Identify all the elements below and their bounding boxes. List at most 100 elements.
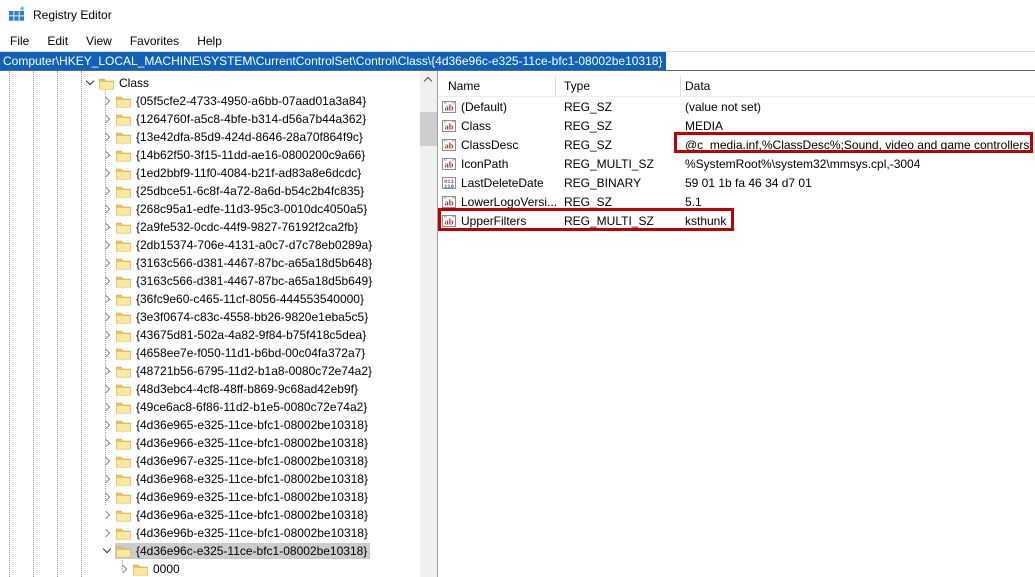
chevron-right-icon[interactable] — [101, 221, 113, 233]
tree-item-label[interactable]: {43675d81-502a-4a82-9f84-b75f418c5dea} — [136, 328, 366, 342]
tree-item-label[interactable]: {25dbce51-6c8f-4a72-8a6d-b54c2b4fc835} — [136, 184, 364, 198]
tree-item-3e3f0674-c83c-4558-bb26-9820e1eba5c5[interactable]: {3e3f0674-c83c-4558-bb26-9820e1eba5c5} — [0, 308, 419, 326]
menu-favorites[interactable]: Favorites — [121, 32, 188, 50]
tree-item-4d36e96a-e325-11ce-bfc1-08002be10318[interactable]: {4d36e96a-e325-11ce-bfc1-08002be10318} — [0, 506, 419, 524]
chevron-right-icon[interactable] — [101, 167, 113, 179]
tree-item-label[interactable]: {48d3ebc4-4cf8-48ff-b869-9c68ad42eb9f} — [136, 382, 358, 396]
tree-item-label[interactable]: {4d36e96c-e325-11ce-bfc1-08002be10318} — [136, 544, 367, 558]
chevron-right-icon[interactable] — [101, 113, 113, 125]
chevron-right-icon[interactable] — [101, 491, 113, 503]
tree-item-label[interactable]: {13e42dfa-85d9-424d-8646-28a70f864f9c} — [136, 130, 363, 144]
tree-item-label[interactable]: {4d36e969-e325-11ce-bfc1-08002be10318} — [136, 490, 368, 504]
value-name[interactable]: ClassDesc — [461, 138, 518, 152]
tree-item-label[interactable]: {3163c566-d381-4467-87bc-a65a18d5b648} — [136, 256, 372, 270]
tree-item-label[interactable]: {4658ee7e-f050-11d1-b6bd-00c04fa372a7} — [136, 346, 365, 360]
tree-item-label[interactable]: Class — [119, 76, 149, 90]
tree-item-label[interactable]: {2a9fe532-0cdc-44f9-9827-76192f2ca2fb} — [136, 220, 358, 234]
tree-item-4d36e968-e325-11ce-bfc1-08002be10318[interactable]: {4d36e968-e325-11ce-bfc1-08002be10318} — [0, 470, 419, 488]
tree-scrollbar[interactable] — [420, 71, 437, 577]
chevron-right-icon[interactable] — [101, 185, 113, 197]
address-bar[interactable]: Computer\HKEY_LOCAL_MACHINE\SYSTEM\Curre… — [0, 51, 1035, 71]
value-row-iconpath[interactable]: IconPathREG_MULTI_SZ%SystemRoot%\system3… — [438, 154, 1035, 173]
menu-help[interactable]: Help — [188, 32, 231, 50]
tree-item-label[interactable]: {36fc9e60-c465-11cf-8056-444553540000} — [136, 292, 364, 306]
chevron-right-icon[interactable] — [101, 257, 113, 269]
chevron-right-icon[interactable] — [101, 275, 113, 287]
scrollbar-thumb[interactable] — [420, 112, 437, 146]
value-name[interactable]: IconPath — [461, 157, 508, 171]
chevron-right-icon[interactable] — [101, 131, 113, 143]
tree-item-label[interactable]: {48721b56-6795-11d2-b1a8-0080c72e74a2} — [136, 364, 372, 378]
chevron-right-icon[interactable] — [101, 293, 113, 305]
tree-item-class[interactable]: Class — [0, 74, 419, 92]
tree-item-4d36e966-e325-11ce-bfc1-08002be10318[interactable]: {4d36e966-e325-11ce-bfc1-08002be10318} — [0, 434, 419, 452]
tree-item-label[interactable]: {4d36e96b-e325-11ce-bfc1-08002be10318} — [136, 526, 368, 540]
chevron-right-icon[interactable] — [101, 401, 113, 413]
tree-item-13e42dfa-85d9-424d-8646-28a70f864f9c[interactable]: {13e42dfa-85d9-424d-8646-28a70f864f9c} — [0, 128, 419, 146]
tree-item-4d36e969-e325-11ce-bfc1-08002be10318[interactable]: {4d36e969-e325-11ce-bfc1-08002be10318} — [0, 488, 419, 506]
tree-item-3163c566-d381-4467-87bc-a65a18d5b649[interactable]: {3163c566-d381-4467-87bc-a65a18d5b649} — [0, 272, 419, 290]
menu-edit[interactable]: Edit — [38, 32, 77, 50]
chevron-right-icon[interactable] — [101, 419, 113, 431]
tree-item-14b62f50-3f15-11dd-ae16-0800200c9a66[interactable]: {14b62f50-3f15-11dd-ae16-0800200c9a66} — [0, 146, 419, 164]
tree-item-268c95a1-edfe-11d3-95c3-0010dc4050a5[interactable]: {268c95a1-edfe-11d3-95c3-0010dc4050a5} — [0, 200, 419, 218]
chevron-right-icon[interactable] — [101, 437, 113, 449]
value-row-lastdeletedate[interactable]: LastDeleteDateREG_BINARY59 01 1b fa 46 3… — [438, 173, 1035, 192]
tree-item-label[interactable]: {2db15374-706e-4131-a0c7-d7c78eb0289a} — [136, 238, 372, 252]
value-name[interactable]: Class — [461, 119, 491, 133]
value-row-upperfilters[interactable]: UpperFiltersREG_MULTI_SZksthunk — [438, 211, 1035, 230]
chevron-right-icon[interactable] — [101, 203, 113, 215]
tree-item-4d36e967-e325-11ce-bfc1-08002be10318[interactable]: {4d36e967-e325-11ce-bfc1-08002be10318} — [0, 452, 419, 470]
tree-item-43675d81-502a-4a82-9f84-b75f418c5dea[interactable]: {43675d81-502a-4a82-9f84-b75f418c5dea} — [0, 326, 419, 344]
tree-item-4d36e96b-e325-11ce-bfc1-08002be10318[interactable]: {4d36e96b-e325-11ce-bfc1-08002be10318} — [0, 524, 419, 542]
menu-file[interactable]: File — [1, 32, 38, 50]
tree-item-4d36e96c-e325-11ce-bfc1-08002be10318[interactable]: {4d36e96c-e325-11ce-bfc1-08002be10318} — [0, 542, 419, 560]
address-text[interactable]: Computer\HKEY_LOCAL_MACHINE\SYSTEM\Curre… — [0, 52, 666, 70]
value-name[interactable]: (Default) — [461, 100, 507, 114]
tree-item-2a9fe532-0cdc-44f9-9827-76192f2ca2fb[interactable]: {2a9fe532-0cdc-44f9-9827-76192f2ca2fb} — [0, 218, 419, 236]
chevron-right-icon[interactable] — [101, 455, 113, 467]
scroll-up-arrow-icon[interactable] — [420, 71, 437, 88]
chevron-right-icon[interactable] — [101, 347, 113, 359]
chevron-right-icon[interactable] — [101, 149, 113, 161]
chevron-right-icon[interactable] — [101, 473, 113, 485]
tree-item-4658ee7e-f050-11d1-b6bd-00c04fa372a7[interactable]: {4658ee7e-f050-11d1-b6bd-00c04fa372a7} — [0, 344, 419, 362]
column-header-name[interactable]: Name — [438, 76, 556, 96]
value-name[interactable]: UpperFilters — [461, 214, 526, 228]
value-row-lowerlogoversi[interactable]: LowerLogoVersi...REG_SZ5.1 — [438, 192, 1035, 211]
tree-item-label[interactable]: {3163c566-d381-4467-87bc-a65a18d5b649} — [136, 274, 372, 288]
menu-view[interactable]: View — [77, 32, 121, 50]
tree-item-25dbce51-6c8f-4a72-8a6d-b54c2b4fc835[interactable]: {25dbce51-6c8f-4a72-8a6d-b54c2b4fc835} — [0, 182, 419, 200]
tree-item-label[interactable]: 0000 — [153, 562, 180, 576]
tree-item-48d3ebc4-4cf8-48ff-b869-9c68ad42eb9f[interactable]: {48d3ebc4-4cf8-48ff-b869-9c68ad42eb9f} — [0, 380, 419, 398]
tree-item-05f5cfe2-4733-4950-a6bb-07aad01a3a84[interactable]: {05f5cfe2-4733-4950-a6bb-07aad01a3a84} — [0, 92, 419, 110]
chevron-down-icon[interactable] — [101, 545, 113, 557]
chevron-right-icon[interactable] — [101, 365, 113, 377]
value-row-default[interactable]: (Default)REG_SZ(value not set) — [438, 97, 1035, 116]
tree-item-label[interactable]: {1ed2bbf9-11f0-4084-b21f-ad83a8e6dcdc} — [136, 166, 361, 180]
tree-item-36fc9e60-c465-11cf-8056-444553540000[interactable]: {36fc9e60-c465-11cf-8056-444553540000} — [0, 290, 419, 308]
tree-item-1ed2bbf9-11f0-4084-b21f-ad83a8e6dcdc[interactable]: {1ed2bbf9-11f0-4084-b21f-ad83a8e6dcdc} — [0, 164, 419, 182]
tree-item-4d36e965-e325-11ce-bfc1-08002be10318[interactable]: {4d36e965-e325-11ce-bfc1-08002be10318} — [0, 416, 419, 434]
tree-item-label[interactable]: {4d36e96a-e325-11ce-bfc1-08002be10318} — [136, 508, 368, 522]
tree-item-label[interactable]: {4d36e966-e325-11ce-bfc1-08002be10318} — [136, 436, 368, 450]
chevron-right-icon[interactable] — [101, 527, 113, 539]
chevron-right-icon[interactable] — [101, 311, 113, 323]
tree-item-48721b56-6795-11d2-b1a8-0080c72e74a2[interactable]: {48721b56-6795-11d2-b1a8-0080c72e74a2} — [0, 362, 419, 380]
tree-item-3163c566-d381-4467-87bc-a65a18d5b648[interactable]: {3163c566-d381-4467-87bc-a65a18d5b648} — [0, 254, 419, 272]
chevron-right-icon[interactable] — [101, 239, 113, 251]
tree-item-label[interactable]: {49ce6ac8-6f86-11d2-b1e5-0080c72e74a2} — [136, 400, 367, 414]
chevron-right-icon[interactable] — [101, 383, 113, 395]
tree-item-0000[interactable]: 0000 — [0, 560, 419, 577]
tree-item-49ce6ac8-6f86-11d2-b1e5-0080c72e74a2[interactable]: {49ce6ac8-6f86-11d2-b1e5-0080c72e74a2} — [0, 398, 419, 416]
tree-item-2db15374-706e-4131-a0c7-d7c78eb0289a[interactable]: {2db15374-706e-4131-a0c7-d7c78eb0289a} — [0, 236, 419, 254]
tree-item-label[interactable]: {1264760f-a5c8-4bfe-b314-d56a7b44a362} — [136, 112, 366, 126]
tree-item-label[interactable]: {3e3f0674-c83c-4558-bb26-9820e1eba5c5} — [136, 310, 368, 324]
tree-item-1264760f-a5c8-4bfe-b314-d56a7b44a362[interactable]: {1264760f-a5c8-4bfe-b314-d56a7b44a362} — [0, 110, 419, 128]
tree-item-label[interactable]: {14b62f50-3f15-11dd-ae16-0800200c9a66} — [136, 148, 365, 162]
chevron-right-icon[interactable] — [101, 329, 113, 341]
tree-item-label[interactable]: {4d36e967-e325-11ce-bfc1-08002be10318} — [136, 454, 368, 468]
chevron-right-icon[interactable] — [101, 509, 113, 521]
tree-item-label[interactable]: {268c95a1-edfe-11d3-95c3-0010dc4050a5} — [136, 202, 367, 216]
tree-item-label[interactable]: {4d36e968-e325-11ce-bfc1-08002be10318} — [136, 472, 368, 486]
